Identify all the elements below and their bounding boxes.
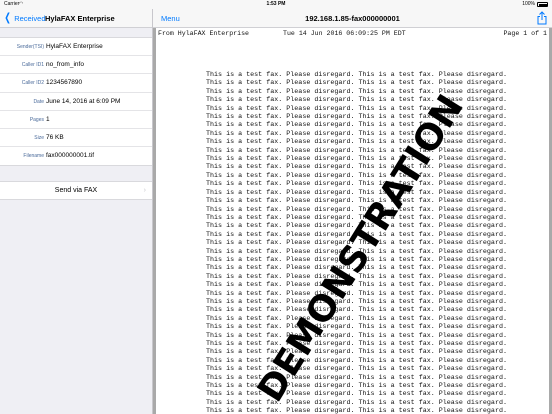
fax-body-line: This is a test fax. Please disregard. Th… [206,340,507,348]
fax-body-line: This is a test fax. Please disregard. Th… [206,297,507,306]
fax-body-line: This is a test fax. Please disregard. Th… [206,188,507,197]
fax-header-page: Page 1 of 1 [503,30,547,37]
info-label: Filename [23,153,44,160]
master-nav-bar: ❮ Received HylaFAX Enterprise [0,9,152,28]
fax-body-line: This is a test fax. Please disregard. Th… [206,79,507,88]
info-label: Caller ID2 [21,80,44,87]
fax-body-line: This is a test fax. Please disregard. Th… [206,163,507,172]
battery-icon [537,2,548,7]
fax-body-line: This is a test fax. Please disregard. Th… [206,129,507,138]
fax-body-line: This is a test fax. Please disregard. Th… [206,205,507,214]
detail-title: 192.168.1.85-fax000000001 [305,14,400,23]
fax-header-from: From HylaFAX Enterprise [158,30,250,37]
send-via-fax-button[interactable]: Send via FAX › [0,181,152,200]
fax-body-line: This is a test fax. Please disregard. Th… [206,171,507,180]
info-label: Sender(TSI) [16,44,44,50]
fax-body-line: This is a test fax. Please disregard. Th… [206,197,507,206]
chevron-left-icon: ❮ [4,12,11,24]
fax-body-line: This is a test fax. Please disregard. Th… [206,356,507,365]
master-pane: ❮ Received HylaFAX Enterprise Sender(TSI… [0,9,153,414]
info-row-caller-id2: Caller ID2 1234567890 [0,74,152,93]
info-row-filename: Filename fax000000001.tif [0,147,152,165]
fax-body-line: This is a test fax. Please disregard. Th… [206,331,507,340]
fax-page-image[interactable]: From HylaFAX Enterprise Tue 14 Jun 2016 … [156,28,549,414]
fax-body-line: This is a test fax. Please disregard. Th… [206,348,507,357]
info-label: Caller ID1 [21,62,44,69]
info-value: June 14, 2016 at 6:09 PM [46,97,121,105]
fax-body-line: This is a test fax. Please disregard. Th… [206,365,507,374]
info-row-pages: Pages 1 [0,111,152,129]
fax-body-line: This is a test fax. Please disregard. Th… [206,306,507,315]
battery-percent: 100% [522,1,535,7]
fax-body-line: This is a test fax. Please disregard. Th… [206,398,507,407]
status-bar: Carrier ◠ 1:53 PM 100% [0,0,552,9]
fax-body-line: This is a test fax. Please disregard. Th… [206,180,507,189]
chevron-right-icon: › [143,187,146,194]
back-button[interactable]: ❮ Received [3,12,46,25]
fax-body-line: This is a test fax. Please disregard. Th… [206,314,507,323]
info-value: HylaFAX Enterprise [46,43,103,50]
info-label: Pages [29,116,44,123]
send-via-fax-label: Send via FAX [54,187,98,194]
fax-body-line: This is a test fax. Please disregard. Th… [206,373,507,382]
fax-body-line: This is a test fax. Please disregard. Th… [206,323,507,332]
info-value: no_from_info [46,61,84,69]
share-icon[interactable] [536,11,548,25]
info-label: Size [34,134,44,141]
info-value: 76 KB [46,133,64,141]
fax-body-line: This is a test fax. Please disregard. Th… [206,407,507,414]
back-button-label: Received [14,14,46,23]
fax-body-line: This is a test fax. Please disregard. Th… [206,87,507,96]
info-label: Date [33,98,44,105]
info-row-date: Date June 14, 2016 at 6:09 PM [0,93,152,111]
info-value: 1 [46,115,50,123]
info-row-caller-id1: Caller ID1 no_from_info [0,56,152,75]
status-time: 1:53 PM [266,1,286,7]
fax-header: From HylaFAX Enterprise Tue 14 Jun 2016 … [158,29,547,38]
info-row-size: Size 76 KB [0,129,152,148]
fax-body-line: This is a test fax. Please disregard. Th… [206,146,507,155]
fax-body-line: This is a test fax. Please disregard. Th… [206,71,507,79]
fax-info-table: Sender(TSI) HylaFAX Enterprise Caller ID… [0,37,152,167]
detail-nav-bar: Menu 192.168.1.85-fax000000001 [153,9,552,28]
info-value: fax000000001.tif [46,152,95,160]
fax-body-line: This is a test fax. Please disregard. Th… [206,138,507,147]
info-row-sender: Sender(TSI) HylaFAX Enterprise [0,38,152,57]
fax-header-date: Tue 14 Jun 2016 06:09:25 PM EDT [283,30,406,37]
fax-body-line: This is a test fax. Please disregard. Th… [206,155,507,164]
info-value: 1234567890 [46,79,83,87]
detail-pane: Menu 192.168.1.85-fax000000001 From Hyla… [153,9,552,414]
master-title: HylaFAX Enterprise [45,14,115,23]
